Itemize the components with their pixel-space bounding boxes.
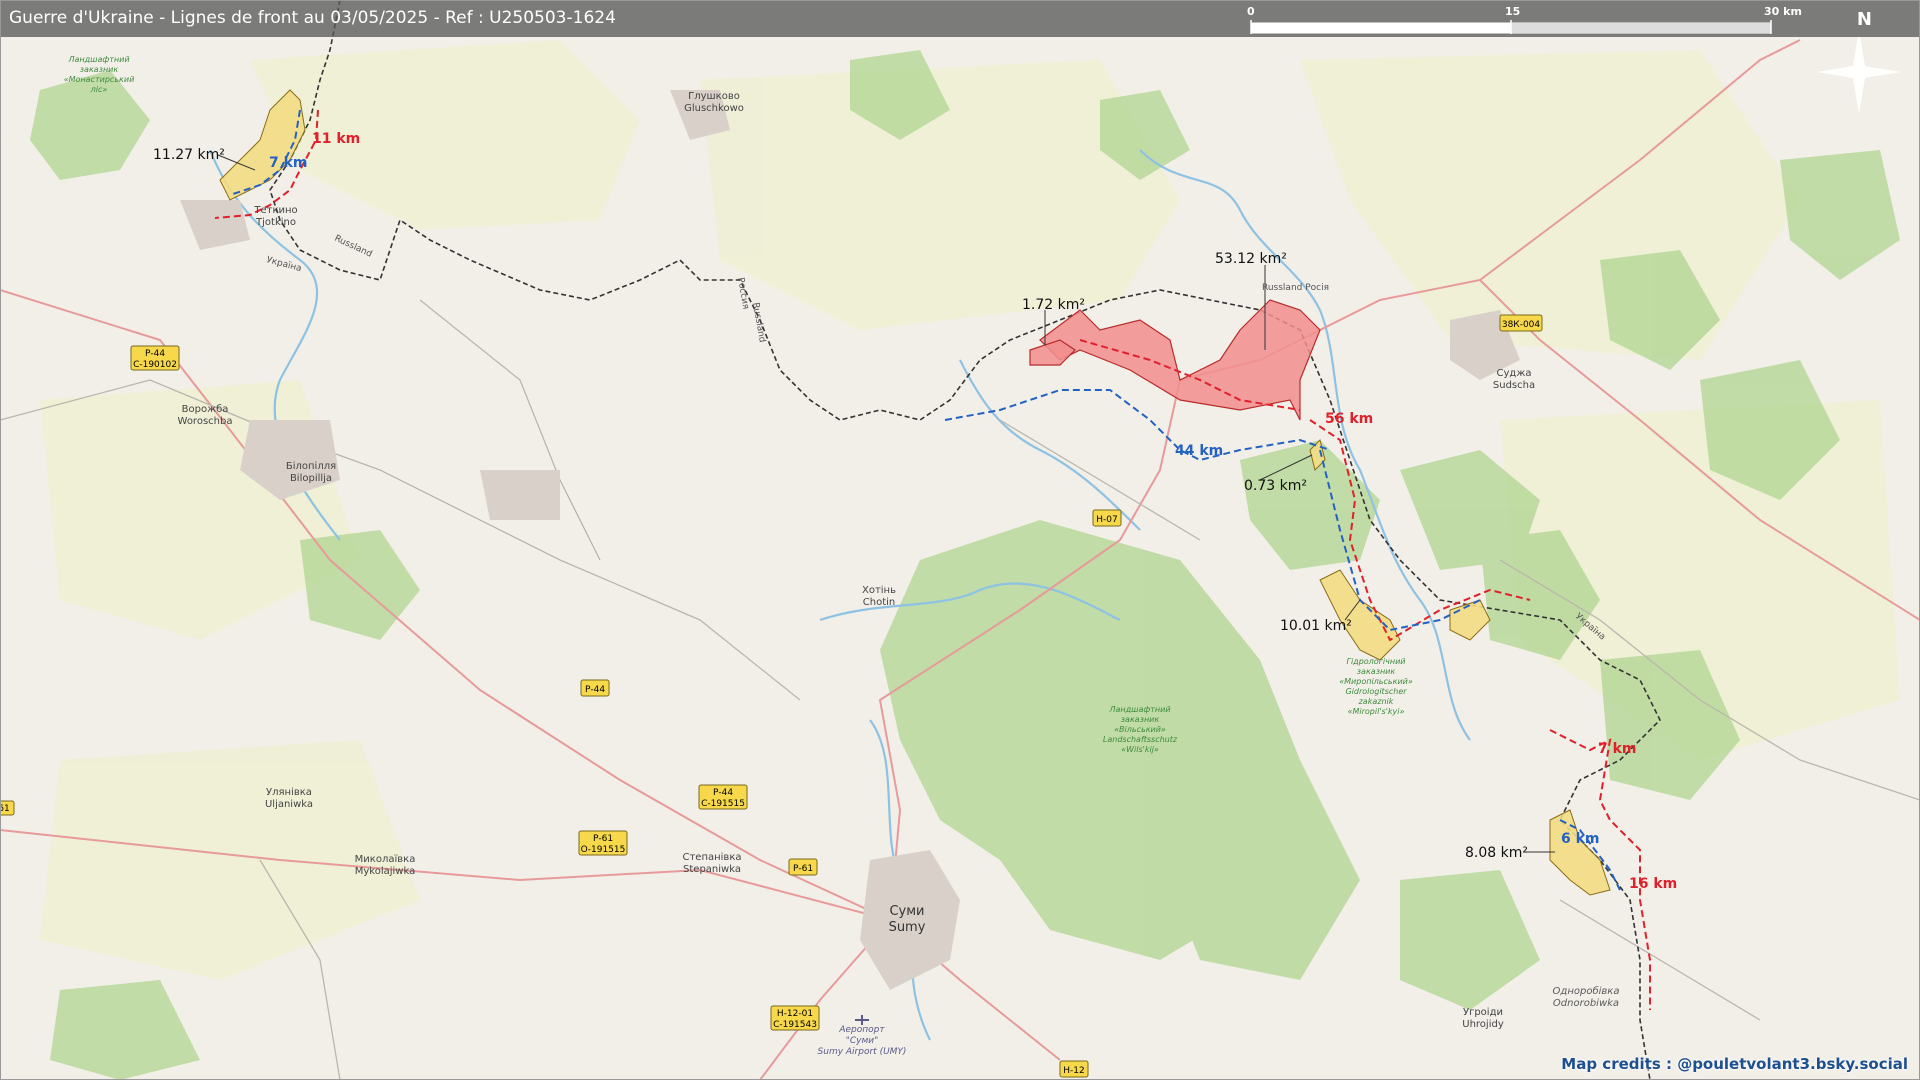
svg-text:заказник: заказник [1357, 667, 1396, 676]
road-shield-r2: Н-07 [1092, 509, 1122, 527]
svg-text:Uhrojidy: Uhrojidy [1462, 1019, 1504, 1030]
svg-text:С-190102: С-190102 [133, 360, 177, 370]
svg-text:Суми: Суми [889, 904, 924, 919]
svg-text:Одноробівка: Одноробівка [1553, 985, 1620, 997]
place-hlushkovo: ГлушковоGluschkowo [684, 91, 744, 114]
place-vorozhba: ВорожбаWoroschba [178, 404, 233, 427]
distance-label-5: 7 km [1598, 741, 1637, 757]
svg-text:61: 61 [0, 804, 10, 814]
svg-text:Gidrologitscher: Gidrologitscher [1345, 687, 1407, 696]
distance-label-4: 44 km [1175, 443, 1223, 459]
road-shield-r9: 38К-004 [1499, 314, 1543, 332]
area-label-5: 10.01 km² [1280, 618, 1352, 634]
svg-text:Mykolajiwka: Mykolajiwka [355, 866, 415, 877]
svg-text:38К-004: 38К-004 [1502, 320, 1541, 330]
place-mykolaivka: МиколаївкаMykolajiwka [355, 854, 416, 877]
svg-text:Білопілля: Білопілля [286, 460, 336, 472]
svg-text:Р-44: Р-44 [713, 788, 733, 798]
distance-label-7: 16 km [1629, 876, 1677, 892]
svg-text:Миколаївка: Миколаївка [355, 854, 416, 865]
svg-text:Теткино: Теткино [253, 205, 297, 216]
road-shield-r8: Н-12 [1059, 1060, 1089, 1078]
svg-text:Ворожба: Ворожба [182, 404, 229, 415]
distance-label-6: 6 km [1561, 831, 1600, 847]
svg-text:Sumy: Sumy [889, 920, 926, 935]
svg-text:С-191515: С-191515 [701, 799, 745, 809]
svg-text:Суджа: Суджа [1497, 368, 1532, 379]
svg-text:Н-12-01: Н-12-01 [777, 1009, 813, 1019]
svg-text:Хотінь: Хотінь [862, 584, 896, 596]
area-label-3: 53.12 km² [1215, 251, 1287, 267]
svg-text:Uljaniwka: Uljaniwka [265, 799, 313, 810]
scale-label-15: 15 [1505, 5, 1521, 18]
svg-text:заказник: заказник [1121, 715, 1160, 724]
road-shield-r6: Р-61 [788, 858, 818, 876]
svg-text:Ландшафтний: Ландшафтний [67, 55, 129, 64]
road-shield-r3: Р-44 [580, 679, 610, 697]
svg-text:"Суми": "Суми" [846, 1036, 879, 1046]
svg-text:Tjotkino: Tjotkino [255, 217, 296, 228]
svg-text:ліс»: ліс» [90, 85, 108, 94]
svg-text:Woroschba: Woroschba [178, 416, 233, 427]
distance-label-3: 56 km [1325, 411, 1373, 427]
svg-text:заказник: заказник [80, 65, 119, 74]
area-label-2: 1.72 km² [1022, 297, 1085, 313]
svg-text:Степанівка: Степанівка [682, 851, 741, 863]
map-title: Guerre d'Ukraine - Lignes de front au 03… [9, 8, 616, 28]
svg-text:«Монастирський: «Монастирський [64, 75, 135, 84]
svg-text:О-191515: О-191515 [581, 845, 626, 855]
road-shield-r7: Н-12-01 С-191543 [770, 1005, 820, 1031]
svg-text:zakaznik: zakaznik [1358, 697, 1394, 706]
border-label-5: Russland Росія [1262, 283, 1329, 293]
road-shield-r5: Р-61 О-191515 [578, 830, 628, 856]
svg-text:Угроіди: Угроіди [1463, 1006, 1503, 1018]
place-sudzha: СуджаSudscha [1493, 368, 1535, 391]
svg-text:Гідрологічний: Гідрологічний [1347, 657, 1406, 666]
map-canvas[interactable]: Р-44 С-190102 Н-07 Р-44 Р-44 С-191515 Р-… [0, 0, 1920, 1080]
place-sumy: СумиSumy [889, 904, 926, 935]
svg-text:Аеропорт: Аеропорт [838, 1025, 885, 1035]
scale-label-30: 30 km [1764, 5, 1802, 18]
north-label: N [1856, 9, 1872, 30]
svg-text:«Вільський»: «Вільський» [1114, 725, 1166, 734]
svg-text:Sumy Airport (UMY): Sumy Airport (UMY) [818, 1047, 907, 1057]
svg-text:«Wils'kij»: «Wils'kij» [1121, 745, 1159, 754]
svg-text:Odnorobiwka: Odnorobiwka [1553, 998, 1619, 1009]
svg-text:Н-12: Н-12 [1063, 1066, 1084, 1076]
svg-text:«Миропільський»: «Миропільський» [1339, 677, 1413, 686]
svg-text:Stepaniwka: Stepaniwka [683, 864, 741, 875]
distance-label-1: 11 km [312, 131, 360, 147]
road-shield-r1: Р-44 С-190102 [130, 345, 180, 371]
svg-text:Sudscha: Sudscha [1493, 380, 1535, 391]
place-tetkino: ТеткиноTjotkino [253, 205, 297, 228]
area-label-4: 0.73 km² [1244, 478, 1307, 494]
svg-text:Р-44: Р-44 [145, 349, 165, 359]
road-shield-r10: 61 [0, 800, 15, 816]
road-shield-r4: Р-44 С-191515 [698, 784, 748, 810]
reserve-myropil: Гідрологічний заказник «Миропільський» G… [1339, 657, 1413, 716]
svg-text:Н-07: Н-07 [1096, 515, 1117, 525]
svg-text:Р-44: Р-44 [585, 685, 605, 695]
svg-text:Глушково: Глушково [688, 91, 740, 102]
distance-label-2: 7 km [269, 155, 308, 171]
area-label-1: 11.27 km² [153, 147, 225, 163]
svg-text:Р-61: Р-61 [593, 834, 613, 844]
svg-text:Ландшафтний: Ландшафтний [1108, 705, 1170, 714]
svg-text:С-191543: С-191543 [773, 1020, 817, 1030]
svg-text:Gluschkowo: Gluschkowo [684, 103, 744, 114]
scale-label-0: 0 [1247, 5, 1255, 18]
svg-text:Улянівка: Улянівка [266, 786, 312, 798]
area-label-6: 8.08 km² [1465, 845, 1528, 861]
svg-text:«Miropil's'kyi»: «Miropil's'kyi» [1348, 707, 1405, 716]
svg-text:Р-61: Р-61 [793, 864, 813, 874]
svg-text:Landschaftsschutz: Landschaftsschutz [1103, 735, 1178, 744]
svg-text:Bilopillja: Bilopillja [290, 473, 332, 484]
map-credit: Map credits : @pouletvolant3.bsky.social [1561, 1055, 1908, 1073]
svg-text:Chotin: Chotin [863, 597, 895, 608]
